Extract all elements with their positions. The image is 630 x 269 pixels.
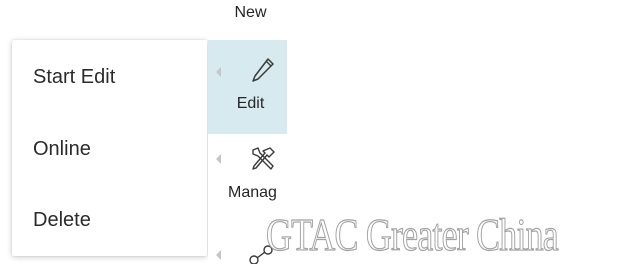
manage-button[interactable]: Manag (208, 136, 287, 208)
expand-caret-icon[interactable] (216, 67, 221, 77)
menu-item-start-edit[interactable]: Start Edit (12, 49, 207, 105)
watermark-text: GTAC Greater China (266, 208, 560, 260)
expand-caret-icon[interactable] (216, 250, 221, 260)
tools-icon (248, 144, 278, 179)
new-button-label: New (234, 4, 267, 21)
menu-item-online[interactable]: Online (12, 121, 207, 177)
menu-item-delete[interactable]: Delete (12, 192, 207, 248)
pencil-icon (250, 56, 276, 91)
manage-button-label: Manag (228, 184, 277, 201)
edit-button-label: Edit (236, 95, 265, 112)
new-button[interactable]: New (208, 0, 287, 38)
edit-button[interactable]: Edit (208, 40, 287, 134)
expand-caret-icon[interactable] (216, 154, 221, 164)
context-menu: Start Edit Online Delete (12, 40, 207, 256)
